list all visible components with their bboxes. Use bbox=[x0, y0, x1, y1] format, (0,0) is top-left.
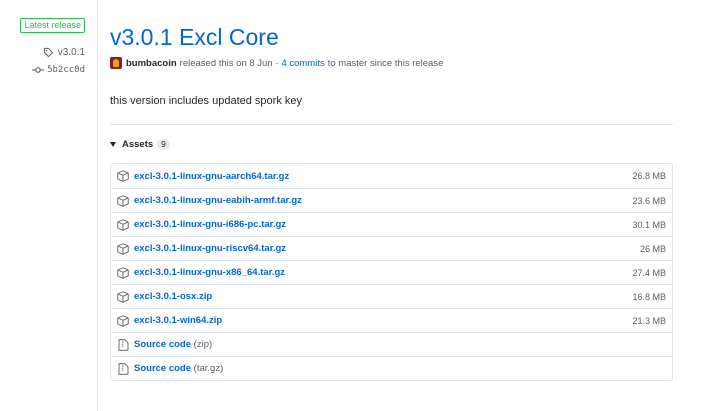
asset-size: 21.3 MB bbox=[632, 315, 666, 326]
release-sidebar: Latest release v3.0.1 5b2cc0d bbox=[0, 0, 98, 411]
commit-sha: 5b2cc0d bbox=[47, 65, 85, 75]
release-title[interactable]: v3.0.1 Excl Core bbox=[110, 24, 279, 51]
package-icon bbox=[117, 194, 129, 207]
released-text: released this on 8 Jun · bbox=[179, 57, 279, 69]
package-icon bbox=[117, 290, 129, 303]
asset-link[interactable]: excl-3.0.1-linux-gnu-aarch64.tar.gz bbox=[134, 171, 289, 182]
source-suffix: (tar.gz) bbox=[193, 363, 224, 374]
source-suffix: (zip) bbox=[193, 339, 213, 350]
assets-label: Assets bbox=[122, 139, 154, 150]
release-description: this version includes updated spork key bbox=[110, 95, 302, 107]
source-row[interactable]: Source code (tar.gz) bbox=[111, 356, 672, 380]
asset-link[interactable]: excl-3.0.1-osx.zip bbox=[134, 291, 212, 302]
source-label: Source code bbox=[134, 339, 192, 350]
asset-size: 27.4 MB bbox=[632, 267, 666, 278]
package-icon bbox=[117, 314, 129, 327]
asset-size: 26.8 MB bbox=[632, 171, 666, 181]
file-zip-icon bbox=[117, 338, 129, 351]
asset-row[interactable]: excl-3.0.1-win64.zip 21.3 MB bbox=[111, 308, 672, 332]
asset-row[interactable]: excl-3.0.1-linux-gnu-x86_64.tar.gz 27.4 … bbox=[111, 260, 672, 284]
since-text: to master since this release bbox=[327, 57, 444, 69]
divider bbox=[110, 124, 673, 125]
asset-size: 16.8 MB bbox=[632, 291, 666, 302]
latest-release-badge: Latest release bbox=[20, 18, 85, 33]
asset-size: 23.6 MB bbox=[632, 195, 666, 206]
asset-link[interactable]: excl-3.0.1-linux-gnu-x86_64.tar.gz bbox=[134, 267, 285, 278]
git-commit-icon bbox=[32, 64, 45, 76]
tag-link[interactable]: v3.0.1 bbox=[43, 46, 85, 58]
assets-toggle[interactable]: Assets 9 bbox=[110, 139, 170, 150]
file-zip-icon bbox=[117, 362, 129, 375]
triangle-down-icon bbox=[110, 142, 116, 147]
source-targz-link[interactable]: Source code (tar.gz) bbox=[134, 363, 223, 374]
asset-link[interactable]: excl-3.0.1-win64.zip bbox=[134, 315, 222, 326]
release-meta: bumbacoin released this on 8 Jun · 4 com… bbox=[110, 57, 443, 69]
package-icon bbox=[117, 242, 129, 255]
tag-icon bbox=[43, 46, 55, 58]
asset-link[interactable]: excl-3.0.1-linux-gnu-riscv64.tar.gz bbox=[134, 243, 286, 254]
tag-name: v3.0.1 bbox=[57, 46, 85, 58]
asset-link[interactable]: excl-3.0.1-linux-gnu-i686-pc.tar.gz bbox=[134, 219, 286, 230]
package-icon bbox=[117, 218, 129, 231]
source-zip-link[interactable]: Source code (zip) bbox=[134, 339, 212, 350]
package-icon bbox=[117, 266, 129, 279]
asset-row[interactable]: excl-3.0.1-linux-gnu-i686-pc.tar.gz 30.1… bbox=[111, 212, 672, 236]
commit-link[interactable]: 5b2cc0d bbox=[32, 64, 85, 76]
asset-size: 26 MB bbox=[639, 243, 666, 254]
avatar[interactable] bbox=[110, 57, 122, 69]
commits-link[interactable]: 4 commits bbox=[281, 58, 324, 69]
asset-row[interactable]: excl-3.0.1-linux-gnu-riscv64.tar.gz 26 M… bbox=[111, 236, 672, 260]
assets-count-badge: 9 bbox=[157, 139, 170, 150]
asset-row[interactable]: excl-3.0.1-linux-gnu-eabih-armf.tar.gz 2… bbox=[111, 188, 672, 212]
source-row[interactable]: Source code (zip) bbox=[111, 332, 672, 356]
source-label: Source code bbox=[134, 363, 192, 374]
asset-row[interactable]: excl-3.0.1-osx.zip 16.8 MB bbox=[111, 284, 672, 308]
asset-list: excl-3.0.1-linux-gnu-aarch64.tar.gz 26.8… bbox=[110, 163, 673, 381]
asset-row[interactable]: excl-3.0.1-linux-gnu-aarch64.tar.gz 26.8… bbox=[111, 164, 672, 188]
author-link[interactable]: bumbacoin bbox=[126, 58, 177, 69]
asset-size: 30.1 MB bbox=[632, 219, 666, 230]
asset-link[interactable]: excl-3.0.1-linux-gnu-eabih-armf.tar.gz bbox=[134, 195, 302, 206]
package-icon bbox=[117, 170, 129, 182]
